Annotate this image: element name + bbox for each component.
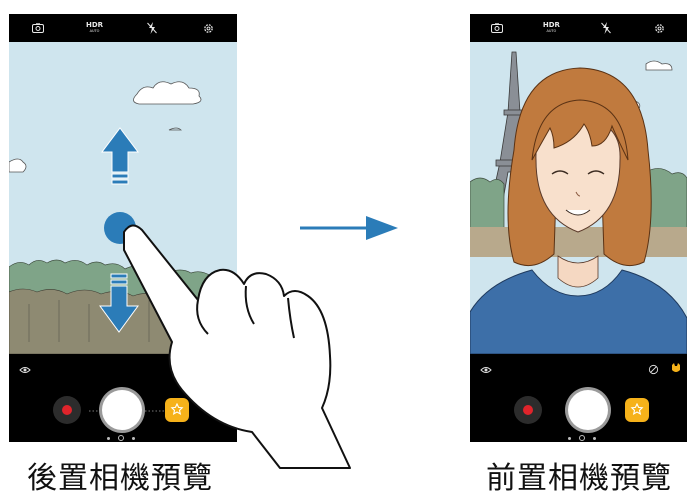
camera-top-bar: HDR AUTO	[9, 14, 237, 42]
gear-icon[interactable]	[198, 17, 220, 39]
flash-off-icon[interactable]	[141, 17, 163, 39]
camera-switch-icon[interactable]	[27, 17, 49, 39]
mask-icon[interactable]	[670, 359, 682, 378]
camera-bottom-bar	[9, 378, 237, 442]
hdr-icon[interactable]: HDR AUTO	[84, 17, 106, 39]
sticker-button[interactable]	[625, 398, 649, 422]
eye-icon[interactable]	[480, 360, 492, 379]
record-dot-icon	[523, 405, 533, 415]
flash-off-icon[interactable]	[595, 17, 617, 39]
gear-icon[interactable]	[649, 17, 671, 39]
transition-arrow-icon	[300, 216, 398, 240]
camera-switch-icon[interactable]	[486, 17, 508, 39]
sticker-icon	[170, 403, 184, 415]
beauty-icon[interactable]	[648, 360, 659, 379]
mode-row	[470, 354, 687, 378]
hdr-icon[interactable]: HDR AUTO	[540, 17, 562, 39]
rear-preview-caption: 後置相機預覽	[27, 461, 213, 496]
front-viewfinder[interactable]	[470, 42, 687, 354]
shutter-button[interactable]	[102, 390, 142, 430]
camera-top-bar: HDR AUTO	[470, 14, 687, 42]
shutter-button[interactable]	[568, 390, 608, 430]
record-button[interactable]	[53, 396, 81, 424]
front-preview-caption: 前置相機預覽	[486, 461, 672, 496]
record-button[interactable]	[514, 396, 542, 424]
sticker-icon	[630, 403, 644, 415]
front-camera-preview-screen: HDR AUTO	[470, 14, 687, 442]
mode-row	[9, 354, 237, 378]
mode-pager	[568, 433, 596, 442]
rear-viewfinder[interactable]	[9, 42, 237, 354]
eye-icon[interactable]	[19, 360, 31, 379]
camera-bottom-bar	[470, 378, 687, 442]
rear-camera-preview-screen: HDR AUTO	[9, 14, 237, 442]
mode-pager	[107, 433, 135, 442]
record-dot-icon	[62, 405, 72, 415]
sticker-button[interactable]	[165, 398, 189, 422]
